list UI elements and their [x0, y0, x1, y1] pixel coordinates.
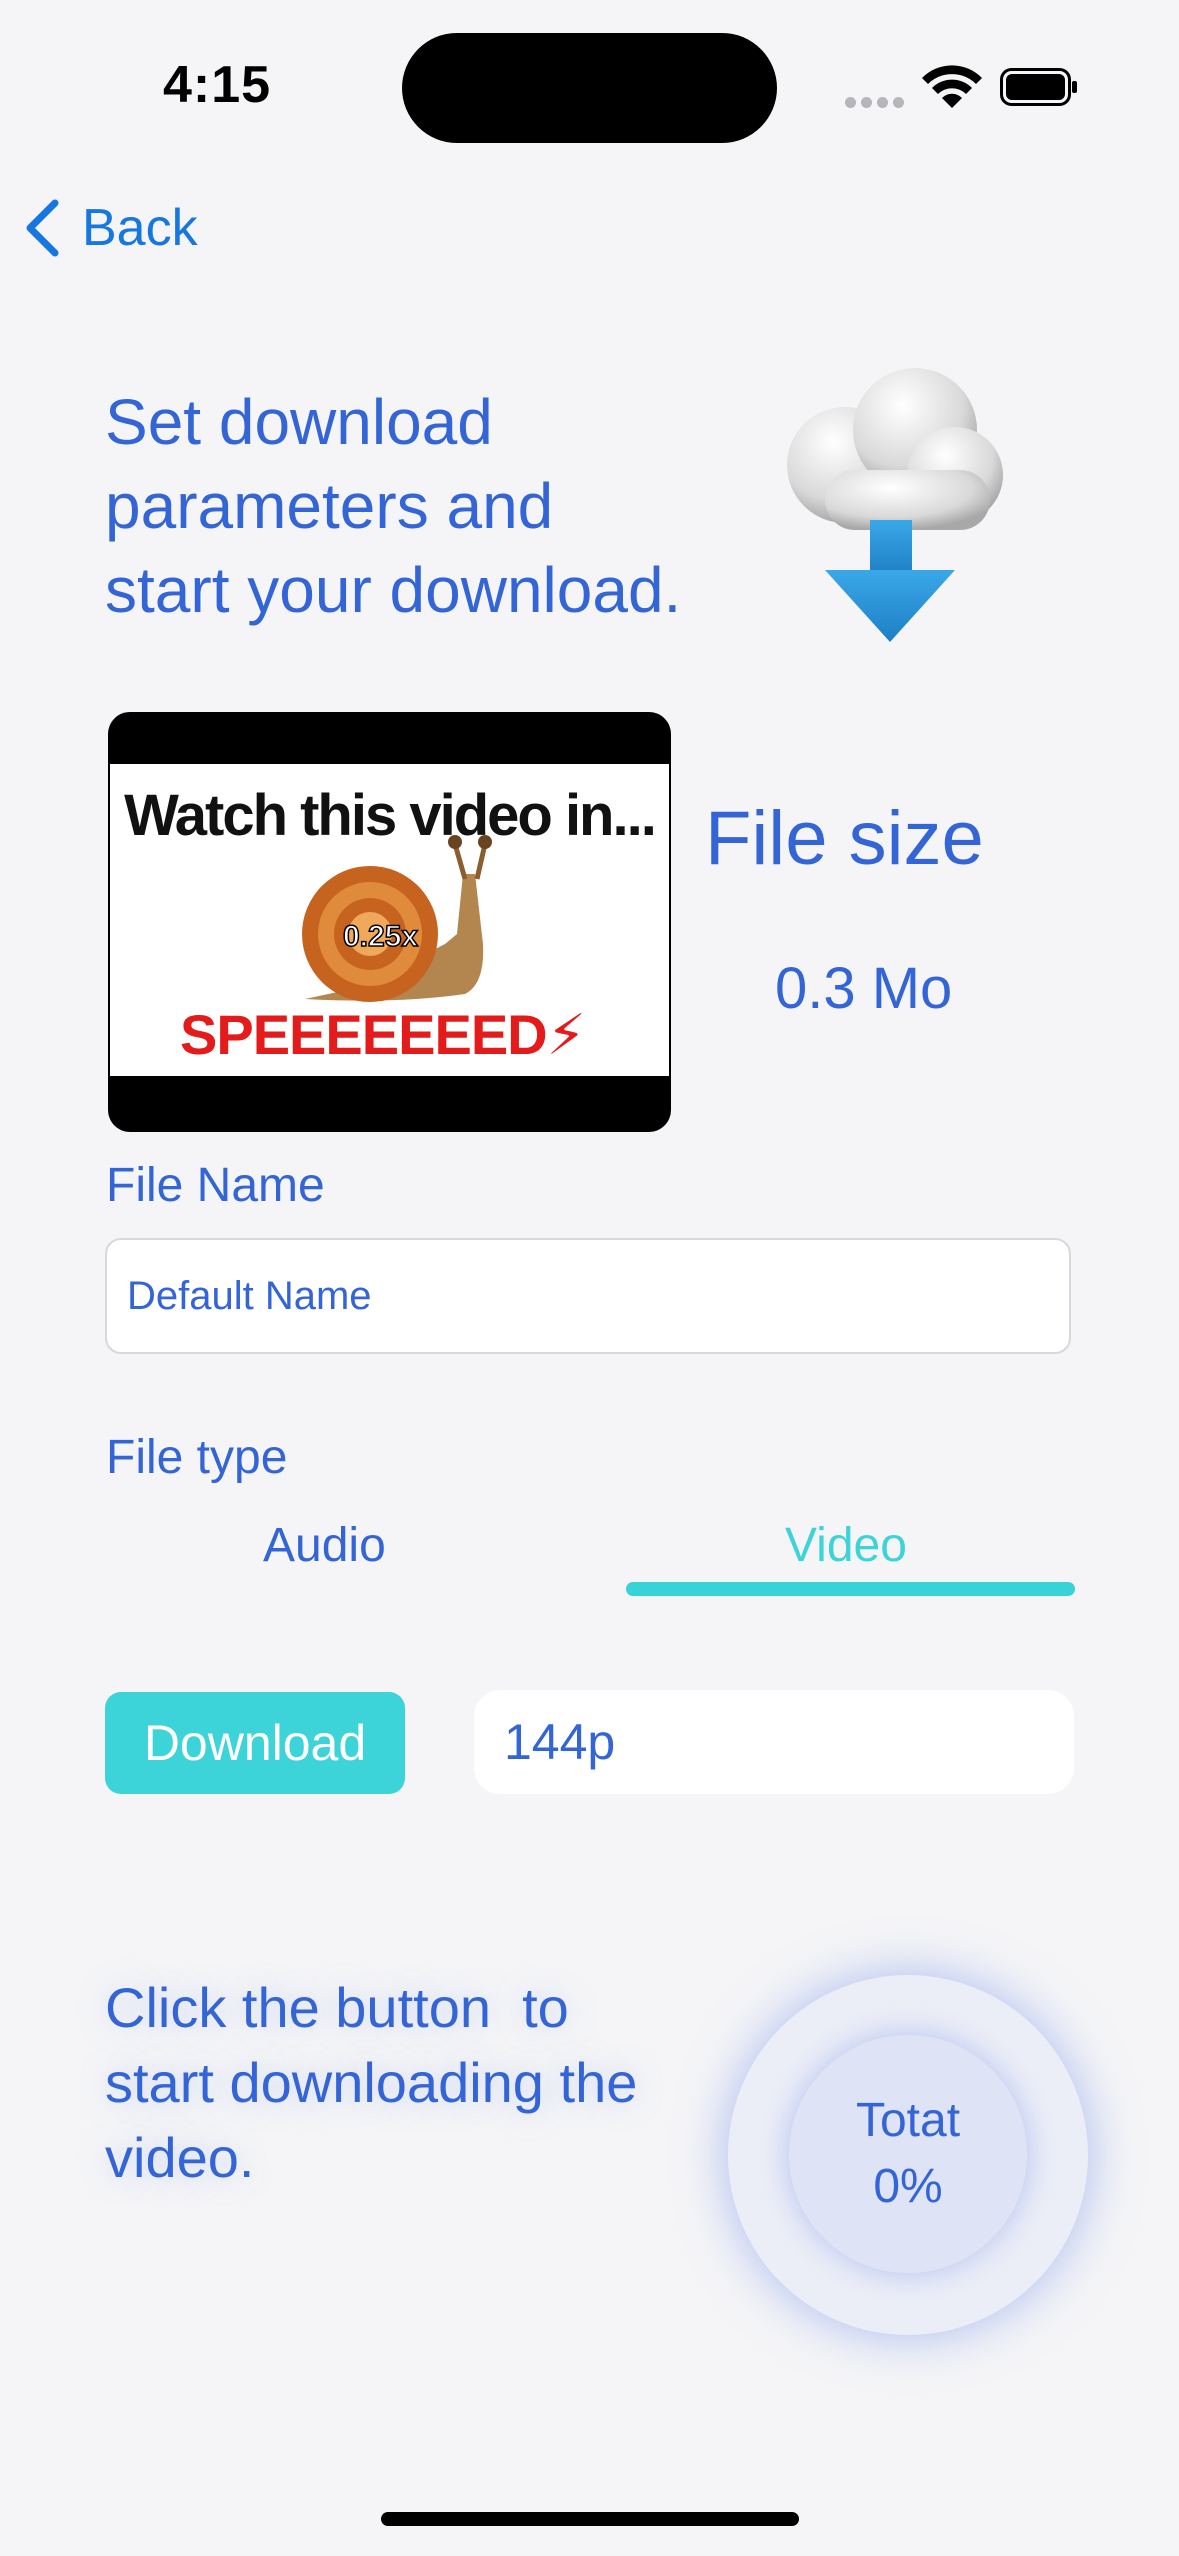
selected-tab-indicator — [626, 1582, 1075, 1596]
quality-selector[interactable]: 144p — [474, 1690, 1074, 1794]
download-button[interactable]: Download — [105, 1692, 405, 1794]
back-button[interactable]: Back — [24, 198, 198, 258]
back-label: Back — [82, 199, 198, 257]
file-size-value: 0.3 Mo — [775, 956, 953, 1021]
home-indicator[interactable] — [381, 2512, 799, 2526]
progress-indicator: Totat 0% — [789, 2035, 1027, 2273]
video-thumbnail: Watch this video in... 0.25x SPEEEEEEED⚡ — [108, 712, 671, 1132]
progress-percent: 0% — [873, 2160, 943, 2213]
thumbnail-badge: 0.25x — [343, 920, 418, 953]
progress-label: Totat — [855, 2094, 961, 2147]
battery-icon — [1000, 68, 1077, 106]
dynamic-island — [402, 33, 777, 143]
tab-video[interactable]: Video — [785, 1518, 907, 1573]
file-type-label: File type — [106, 1431, 288, 1484]
status-time: 4:15 — [163, 56, 272, 114]
download-hint: Click the button to start downloading th… — [105, 1970, 705, 2195]
thumbnail-caption: SPEEEEEEED⚡ — [180, 1003, 586, 1066]
hero-line: Set download — [105, 386, 493, 458]
file-size-label: File size — [705, 796, 984, 881]
hero-line: start your download. — [105, 554, 682, 626]
chevron-left-icon — [26, 199, 59, 257]
hint-line: video. — [105, 2126, 255, 2189]
cellular-signal-icon — [845, 95, 909, 113]
file-name-label: File Name — [106, 1159, 325, 1212]
cloud-download-icon — [787, 368, 1003, 642]
tab-audio[interactable]: Audio — [263, 1518, 386, 1573]
wifi-icon — [922, 65, 982, 108]
hero-line: parameters and — [105, 470, 554, 542]
file-name-input[interactable] — [105, 1238, 1071, 1354]
hero-instructions: Set download parameters and start your d… — [105, 380, 745, 632]
hint-line: Click the button to — [105, 1976, 569, 2039]
hint-line: start downloading the — [105, 2051, 638, 2114]
snail-icon: 0.25x — [302, 835, 492, 1002]
